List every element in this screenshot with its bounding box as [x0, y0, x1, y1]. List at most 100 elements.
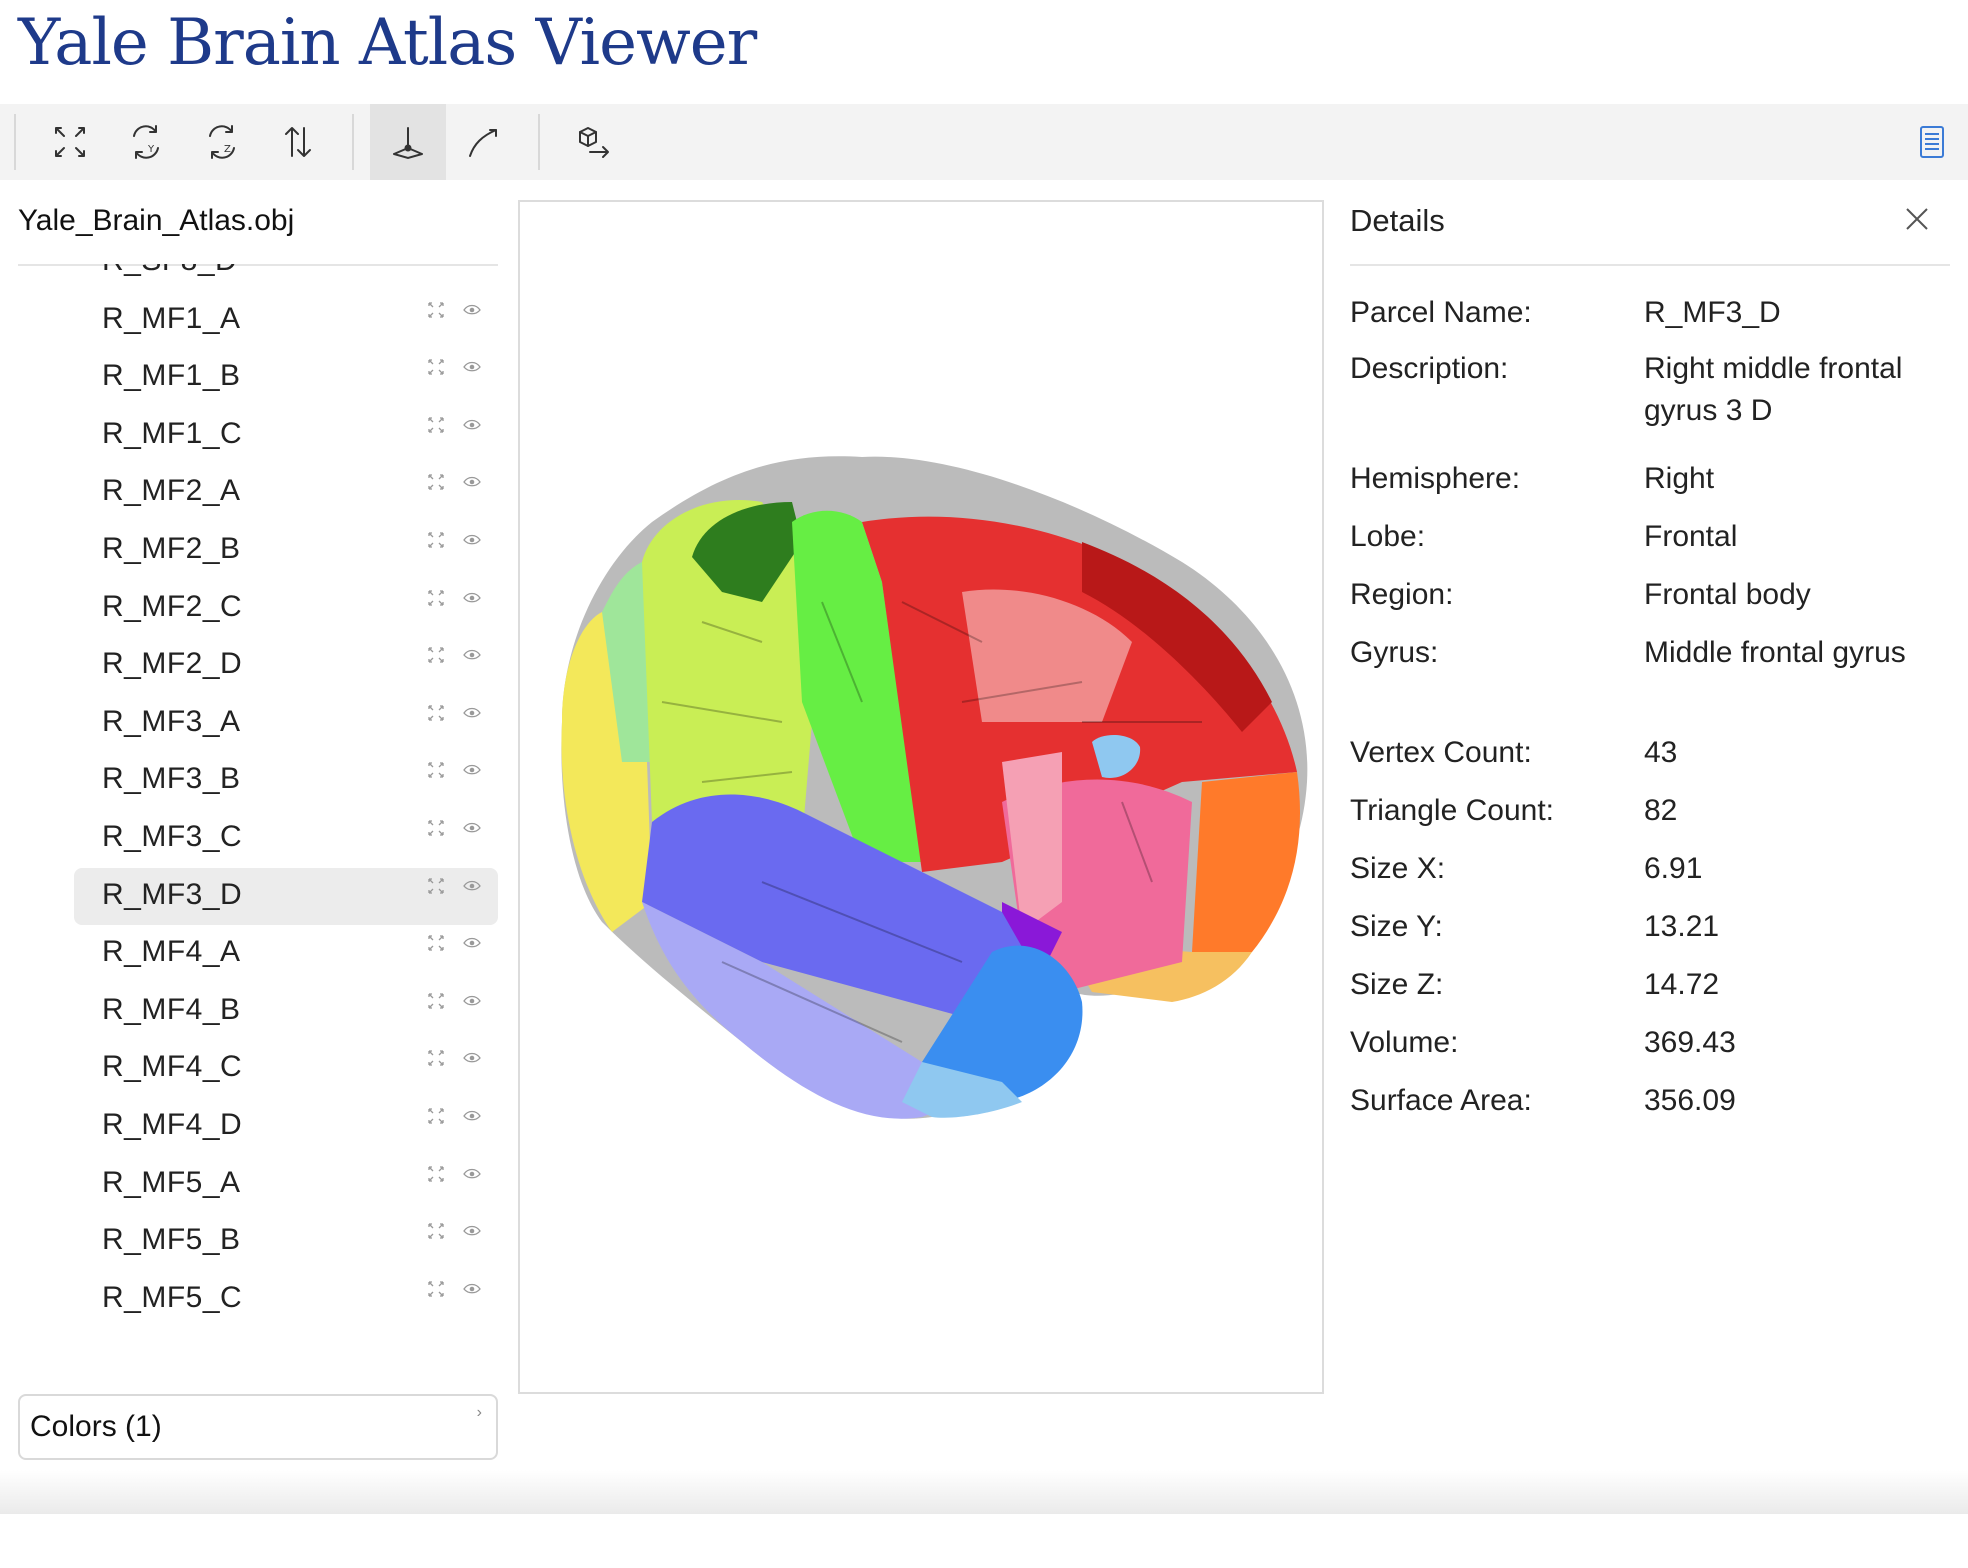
details-value: 13.21 — [1644, 910, 1720, 943]
parcel-item-label: R_MF2_D — [102, 647, 243, 681]
3d-viewport[interactable] — [518, 200, 1324, 1394]
draw-path-button[interactable] — [446, 104, 522, 180]
parcel-item[interactable]: R_MF4_C — [74, 1040, 498, 1097]
parcel-item[interactable]: R_MF3_A — [74, 695, 498, 752]
eye-icon[interactable] — [462, 818, 482, 838]
eye-icon[interactable] — [462, 1164, 482, 1184]
eye-icon[interactable] — [462, 876, 482, 896]
eye-icon[interactable] — [462, 357, 482, 377]
details-key: Triangle Count: — [1350, 794, 1554, 827]
eye-icon[interactable] — [462, 472, 482, 492]
pick-point-icon — [393, 127, 423, 160]
details-key: Size Y: — [1350, 910, 1443, 943]
toggle-details-button[interactable] — [1894, 104, 1968, 180]
details-value: 43 — [1644, 736, 1678, 769]
eye-icon[interactable] — [462, 1106, 482, 1126]
parcel-item[interactable]: R_MF2_D — [74, 637, 498, 694]
details-value: 82 — [1644, 794, 1678, 827]
expand-icon[interactable] — [426, 1279, 446, 1299]
document-list-icon — [1920, 126, 1944, 158]
parcel-item-label: R_MF1_B — [102, 359, 241, 393]
parcel-item[interactable]: R_MF2_A — [74, 464, 498, 521]
parcel-item[interactable]: R_MF4_A — [74, 925, 498, 982]
parcel-item-label: R_MF4_A — [102, 935, 241, 969]
colors-panel-toggle[interactable]: Colors (1) › — [18, 1394, 498, 1460]
eye-icon[interactable] — [462, 588, 482, 608]
eye-icon[interactable] — [462, 991, 482, 1011]
export-model-icon — [579, 127, 609, 158]
parcel-item-label: R_MF5_B — [102, 1223, 241, 1257]
details-key: Size X: — [1350, 852, 1446, 885]
details-key: Size Z: — [1350, 968, 1444, 1001]
expand-icon[interactable] — [426, 1106, 446, 1126]
eye-icon[interactable] — [462, 300, 482, 320]
eye-icon[interactable] — [462, 760, 482, 780]
parcel-item-label: R_SF8_D — [102, 264, 237, 278]
parcel-item[interactable]: R_MF5_C — [74, 1271, 498, 1328]
expand-icon[interactable] — [426, 991, 446, 1011]
parcel-item[interactable]: R_MF5_B — [74, 1213, 498, 1270]
expand-icon[interactable] — [426, 1221, 446, 1241]
expand-icon[interactable] — [426, 357, 446, 377]
chevron-right-icon: › — [476, 1404, 482, 1421]
expand-icon[interactable] — [426, 933, 446, 953]
details-value: 14.72 — [1644, 968, 1720, 1001]
close-icon[interactable] — [1902, 204, 1932, 234]
expand-icon[interactable] — [426, 1164, 446, 1184]
expand-icon[interactable] — [426, 645, 446, 665]
parcel-item[interactable]: R_MF3_B — [74, 752, 498, 809]
parcel-item-label: R_MF3_C — [102, 820, 243, 853]
eye-icon[interactable] — [462, 1279, 482, 1299]
details-key: Gyrus: — [1350, 636, 1439, 669]
eye-icon[interactable] — [462, 1221, 482, 1241]
eye-icon[interactable] — [462, 933, 482, 953]
flip-vertical-button[interactable] — [260, 104, 336, 180]
parcel-item-label: R_MF5_A — [102, 1165, 241, 1199]
expand-icon[interactable] — [426, 472, 446, 492]
parcel-item-label: R_MF2_A — [102, 474, 241, 508]
expand-icon[interactable] — [426, 818, 446, 838]
parcel-list-viewport: R_SF8_D R_MF1_A R_MF1_B R_MF1_C R_MF2_A R_MF2… — [18, 264, 498, 1374]
rotate-z-icon: Z — [209, 125, 235, 159]
expand-icon[interactable] — [426, 876, 446, 896]
details-value: 6.91 — [1644, 852, 1703, 885]
eye-icon[interactable] — [462, 530, 482, 550]
details-key: Surface Area: — [1350, 1084, 1532, 1117]
rotate-y-icon: Y — [133, 125, 159, 159]
parcel-item[interactable]: R_MF2_C — [74, 580, 498, 637]
details-key: Description: — [1350, 352, 1509, 385]
parcel-item[interactable]: R_MF1_C — [74, 407, 498, 464]
expand-icon[interactable] — [426, 1048, 446, 1068]
parcel-list[interactable]: R_SF8_D R_MF1_A R_MF1_B R_MF1_C R_MF2_A R_MF2… — [18, 264, 498, 1568]
details-key: Lobe: — [1350, 520, 1426, 553]
eye-icon[interactable] — [462, 1048, 482, 1068]
expand-icon[interactable] — [426, 415, 446, 435]
eye-icon[interactable] — [462, 703, 482, 723]
rotate-y-button[interactable]: Y — [108, 104, 184, 180]
expand-icon[interactable] — [426, 703, 446, 723]
parcel-item[interactable]: R_MF4_B — [74, 983, 498, 1040]
expand-icon[interactable] — [426, 530, 446, 550]
file-name: Yale_Brain_Atlas.obj — [18, 200, 498, 266]
pick-point-button[interactable] — [370, 104, 446, 180]
parcel-item[interactable]: R_MF3_D — [74, 867, 498, 925]
eye-icon[interactable] — [462, 645, 482, 665]
fit-view-button[interactable] — [32, 104, 108, 180]
expand-icon[interactable] — [426, 760, 446, 780]
parcel-item[interactable]: R_MF4_D — [74, 1098, 498, 1155]
expand-icon[interactable] — [426, 300, 446, 320]
parcel-item[interactable]: R_MF5_A — [74, 1156, 498, 1213]
draw-path-icon — [469, 129, 497, 157]
parcel-item[interactable]: R_MF3_C — [74, 810, 498, 867]
rotate-z-button[interactable]: Z — [184, 104, 260, 180]
parcel-item[interactable]: R_MF1_B — [74, 349, 498, 406]
parcel-item-label: R_MF1_A — [102, 301, 241, 335]
parcel-item[interactable]: R_MF1_A — [74, 292, 498, 349]
parcel-item[interactable]: R_MF2_B — [74, 522, 498, 579]
export-model-button[interactable] — [556, 104, 632, 180]
expand-icon[interactable] — [426, 588, 446, 608]
eye-icon[interactable] — [462, 415, 482, 435]
details-key: Volume: — [1350, 1026, 1459, 1059]
details-key: Region: — [1350, 578, 1454, 611]
parcel-item[interactable]: R_SF8_D — [74, 264, 498, 291]
